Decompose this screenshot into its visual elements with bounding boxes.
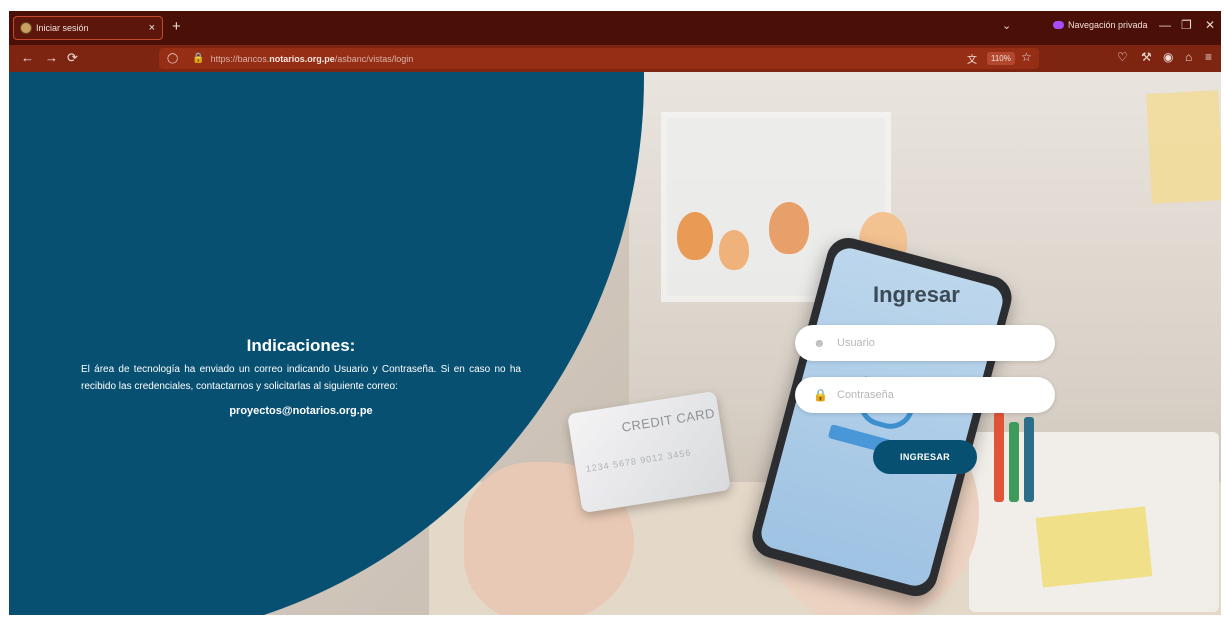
login-page: CREDIT CARD 1234 5678 9012 3456 Indicaci… — [9, 72, 1221, 615]
minimize-icon[interactable]: — — [1159, 18, 1171, 32]
marker — [1009, 422, 1019, 502]
address-bar[interactable]: ◯ 🔒 https://bancos. notarios.org.pe /asb… — [159, 48, 1039, 69]
private-mask-icon — [1053, 21, 1064, 29]
tab-list-chevron-icon[interactable]: ⌄ — [1002, 19, 1011, 32]
sticky-notes-pad — [1035, 506, 1153, 588]
marker — [1024, 417, 1034, 502]
instructions-text: El área de tecnología ha enviado un corr… — [81, 364, 521, 392]
username-input[interactable] — [835, 336, 1039, 350]
new-tab-button[interactable]: + — [172, 18, 181, 35]
site-favicon-icon — [20, 22, 32, 34]
navigation-bar: ← → ⟳ ◯ 🔒 https://bancos. notarios.org.p… — [9, 45, 1221, 72]
restore-icon[interactable]: ❐ — [1181, 18, 1192, 32]
login-title: Ingresar — [873, 282, 960, 307]
account-icon[interactable]: ◉ — [1163, 50, 1173, 64]
instructions-panel: Indicaciones: El área de tecnología ha e… — [81, 336, 521, 417]
username-field[interactable]: ☻ — [795, 325, 1055, 361]
marker — [994, 412, 1004, 502]
credit-card-number: 1234 5678 9012 3456 — [585, 447, 692, 475]
url-path: /asbanc/vistas/login — [334, 53, 414, 64]
lock-icon[interactable]: 🔒 — [192, 53, 204, 64]
tab-title: Iniciar sesión — [36, 23, 89, 33]
url-prefix: https://bancos. — [210, 53, 270, 64]
extensions-wrench-icon[interactable]: ⚒ — [1141, 50, 1152, 64]
pocket-icon[interactable]: ♡ — [1117, 50, 1128, 64]
tab-iniciar-sesion[interactable]: Iniciar sesión × — [13, 16, 163, 40]
instructions-title: Indicaciones: — [246, 336, 356, 355]
back-arrow-icon[interactable]: ← — [21, 50, 34, 65]
user-icon: ☻ — [813, 336, 826, 350]
contact-email: proyectos@notarios.org.pe — [229, 405, 373, 417]
password-input[interactable] — [835, 388, 1039, 402]
password-field[interactable]: 🔒 — [795, 377, 1055, 413]
url-host: notarios.org.pe — [269, 53, 335, 64]
private-browsing-indicator: Navegación privada — [1053, 20, 1148, 30]
zoom-level-badge[interactable]: 110% — [987, 52, 1015, 65]
shield-icon[interactable]: ◯ — [167, 53, 178, 64]
translate-icon[interactable]: 文 — [967, 51, 977, 66]
tab-bar: Iniciar sesión × + ⌄ Navegación privada … — [9, 11, 1221, 45]
tulip-flower — [769, 202, 809, 254]
tulip-flower — [677, 212, 713, 260]
close-tab-icon[interactable]: × — [149, 22, 155, 34]
menu-hamburger-icon[interactable]: ≡ — [1205, 50, 1212, 64]
forward-arrow-icon[interactable]: → — [45, 50, 58, 65]
extension-puzzle-icon[interactable]: ⌂ — [1185, 50, 1192, 64]
lock-icon: 🔒 — [813, 388, 828, 402]
credit-card-text: CREDIT CARD — [620, 405, 716, 435]
ingresar-button[interactable]: INGRESAR — [873, 440, 977, 474]
tulip-flower — [719, 230, 749, 270]
bookmark-star-icon[interactable]: ☆ — [1021, 50, 1032, 64]
window-close-icon[interactable]: ✕ — [1205, 18, 1215, 32]
background-sticky-note — [1146, 90, 1221, 204]
browser-window: Iniciar sesión × + ⌄ Navegación privada … — [9, 11, 1221, 615]
private-label: Navegación privada — [1068, 20, 1148, 30]
reload-icon[interactable]: ⟳ — [67, 50, 78, 66]
